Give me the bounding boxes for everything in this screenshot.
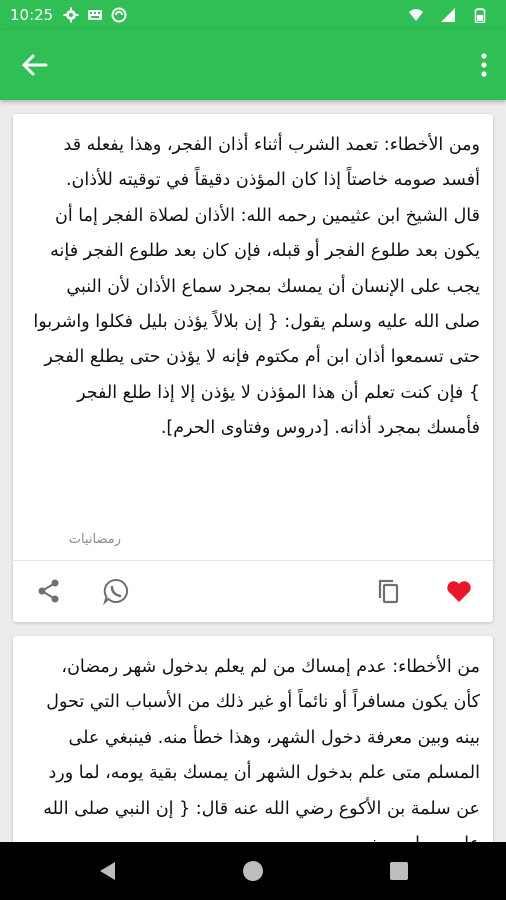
status-bar: 10:25	[0, 0, 506, 30]
signal-icon	[441, 8, 455, 22]
app-bar	[0, 30, 506, 100]
category-label: رمضانيات	[68, 532, 121, 547]
back-triangle-icon[interactable]	[96, 859, 120, 883]
article-card: ومن الأخطاء: تعمد الشرب أثناء أذان الفجر…	[13, 114, 493, 622]
more-vert-icon[interactable]	[478, 52, 490, 78]
article-text: من الأخطاء: عدم إمساك من لم يعلم بدخول ش…	[43, 657, 480, 854]
battery-icon	[474, 8, 486, 23]
arrow-left-icon[interactable]	[20, 52, 50, 78]
favorite-heart-icon[interactable]	[445, 577, 473, 605]
vpn-icon	[111, 7, 127, 23]
article-text: ومن الأخطاء: تعمد الشرب أثناء أذان الفجر…	[33, 135, 480, 439]
recents-square-icon[interactable]	[387, 859, 411, 883]
keyboard-icon	[88, 10, 103, 20]
copy-icon[interactable]	[375, 577, 403, 605]
whatsapp-icon[interactable]	[102, 577, 130, 605]
status-time: 10:25	[10, 6, 54, 24]
share-icon[interactable]	[35, 577, 63, 605]
card-actions	[13, 561, 493, 622]
home-circle-icon[interactable]	[241, 859, 265, 883]
gear-icon	[63, 7, 79, 23]
wifi-icon	[409, 9, 423, 21]
system-nav-bar	[0, 842, 506, 900]
